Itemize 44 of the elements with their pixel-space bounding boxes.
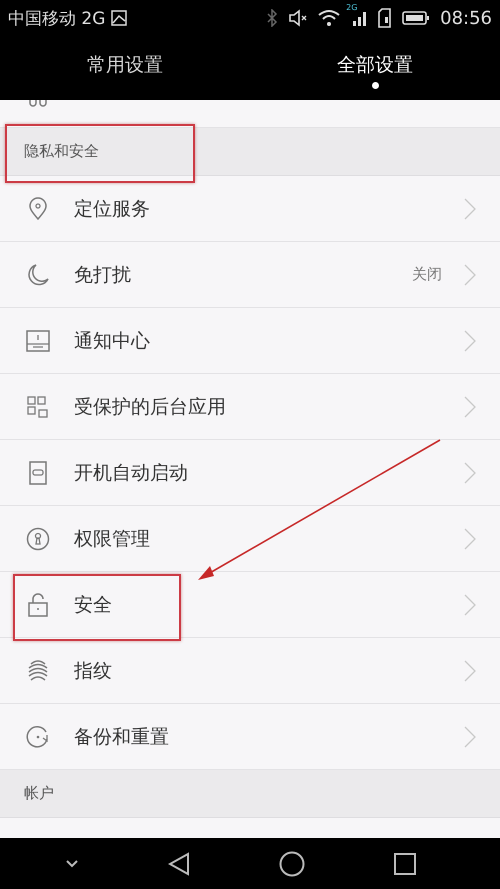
settings-row[interactable]: 安全 xyxy=(0,572,500,638)
app-grid-icon xyxy=(26,394,50,418)
carrier-name: 中国移动 2G xyxy=(8,8,106,30)
fingerprint-icon xyxy=(26,658,50,682)
bluetooth-icon xyxy=(266,9,278,27)
chevron-right-icon xyxy=(464,594,476,616)
settings-row[interactable]: 受保护的后台应用 xyxy=(0,374,500,440)
chevron-right-icon xyxy=(464,462,476,484)
settings-row[interactable]: 定位服务 xyxy=(0,176,500,242)
chevron-right-icon xyxy=(464,198,476,220)
chevron-right-icon xyxy=(464,264,476,286)
tab[interactable]: 全部设置 xyxy=(250,36,500,100)
home-icon xyxy=(278,850,304,876)
footprints-icon xyxy=(29,100,47,108)
settings-row[interactable]: 免打扰 关闭 xyxy=(0,242,500,308)
row-value: 关闭 xyxy=(412,265,442,284)
chevron-down-icon xyxy=(64,858,78,868)
settings-row[interactable]: 指纹 xyxy=(0,638,500,704)
chevron-right-icon xyxy=(464,330,476,352)
section-header: 隐私和安全 xyxy=(24,142,99,161)
image-icon xyxy=(111,10,128,26)
sim-card-icon xyxy=(378,8,392,28)
settings-row[interactable]: 开机自动启动 xyxy=(0,440,500,506)
keyhole-icon xyxy=(26,526,50,550)
settings-row[interactable]: 权限管理 xyxy=(0,506,500,572)
tab[interactable]: 常用设置 xyxy=(0,36,250,100)
recents-icon xyxy=(394,852,416,874)
settings-row[interactable]: 通知中心 xyxy=(0,308,500,374)
chevron-right-icon xyxy=(464,396,476,418)
chevron-right-icon xyxy=(464,660,476,682)
mute-icon xyxy=(288,9,308,27)
notification-panel-icon xyxy=(26,328,50,352)
padlock-icon xyxy=(26,592,50,616)
clock-time: 08:56 xyxy=(440,8,492,28)
chevron-right-icon xyxy=(464,726,476,748)
chevron-right-icon xyxy=(464,528,476,550)
circular-arrow-icon xyxy=(26,724,50,748)
signal-icon xyxy=(352,9,368,27)
section-header: 帐户 xyxy=(24,784,54,803)
back-icon xyxy=(168,852,190,876)
wifi-icon xyxy=(318,9,340,27)
moon-icon xyxy=(26,262,50,286)
battery-icon xyxy=(402,10,430,26)
network-type-label: 2G xyxy=(346,3,358,12)
